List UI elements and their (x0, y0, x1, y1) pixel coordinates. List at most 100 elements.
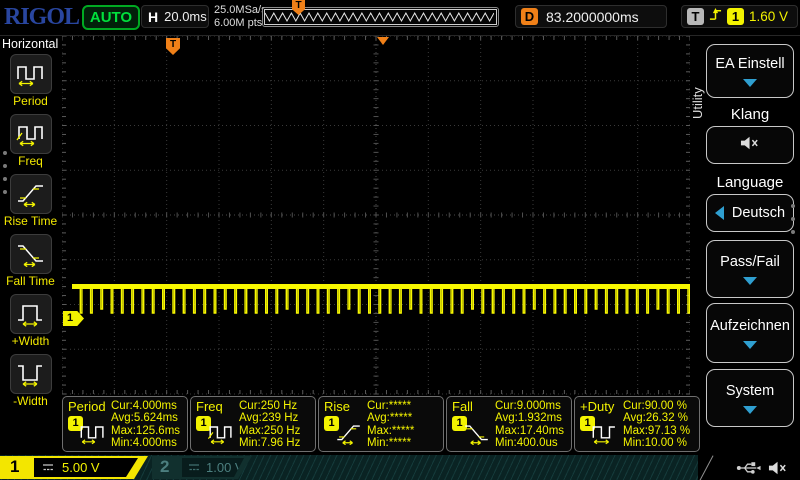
menu-button-ea-einstell[interactable]: EA Einstell (706, 44, 794, 98)
menu-button-label: Pass/Fail (720, 254, 780, 270)
stat-value: ***** (389, 437, 411, 449)
fall-time-icon (460, 418, 494, 450)
duty-icon (588, 418, 622, 450)
channel1-waveform (62, 36, 690, 395)
chevron-down-icon (743, 277, 757, 285)
stat-value: 250 Hz (264, 425, 300, 437)
stat-label: Max: (367, 425, 392, 437)
stat-value: ***** (392, 425, 414, 437)
trigger-source-badge: 1 (727, 8, 744, 25)
left-menu-item-fall-time[interactable]: Fall Time (0, 234, 61, 288)
menu-section-klang: Klang (706, 106, 794, 123)
chevron-down-icon (743, 406, 757, 414)
channel-1-badge[interactable]: 1 5.00 V (0, 456, 148, 479)
freq-icon (15, 117, 47, 152)
stat-value: 400.0us (517, 437, 558, 449)
stat-value: 239 Hz (262, 412, 298, 424)
stat-label: Min: (239, 437, 261, 449)
left-menu-label: Freq (18, 155, 43, 168)
stat-value: 4.000ms (133, 400, 177, 412)
delay-value: 83.2000000ms (546, 9, 639, 25)
menu-button-sound[interactable] (706, 126, 794, 164)
left-menu-item-rise-time[interactable]: Rise Time (0, 174, 61, 228)
stat-value: ***** (389, 400, 411, 412)
fall-time-icon (15, 237, 47, 272)
stat-label: Cur: (367, 400, 389, 412)
menu-button-aufzeichnen[interactable]: Aufzeichnen (706, 303, 794, 363)
menu-button-label: EA Einstell (715, 56, 784, 72)
left-menu-item-nwidth[interactable]: -Width (0, 354, 61, 408)
stat-label: Avg: (239, 412, 262, 424)
left-menu-label: Fall Time (6, 275, 55, 288)
stat-value: 7.96 Hz (261, 437, 301, 449)
channel-2-badge[interactable]: 2 1.00 V (152, 456, 252, 479)
stat-label: Min: (111, 437, 133, 449)
stat-label: Avg: (111, 412, 134, 424)
freq-icon (204, 418, 238, 450)
trigger-label: T (687, 8, 704, 25)
horizontal-scale-value: 20.0ms (164, 9, 207, 24)
stat-label: Avg: (495, 412, 518, 424)
dc-coupling-icon (42, 459, 54, 477)
stat-value: 1.932ms (518, 412, 562, 424)
left-menu-item-freq[interactable]: Freq (0, 114, 61, 168)
delay-box: D 83.2000000ms (515, 5, 667, 28)
system-status-area (698, 455, 800, 480)
measurement-name: Freq (196, 399, 223, 414)
stat-label: Min: (495, 437, 517, 449)
speaker-muted-icon (768, 461, 789, 480)
stat-value: 90.00 % (645, 400, 687, 412)
stat-label: Max: (111, 425, 136, 437)
measurement-box-period: Period 1 Cur:4.000ms Avg:5.624ms Max:125… (62, 396, 188, 452)
left-menu-label: +Width (12, 335, 50, 348)
stat-label: Max: (239, 425, 264, 437)
trigger-box: T 1 1.60 V (681, 5, 798, 28)
stat-label: Max: (623, 425, 648, 437)
measurement-box-rise: Rise 1 Cur:***** Avg:***** Max:***** Min… (318, 396, 444, 452)
chevron-down-icon (743, 341, 757, 349)
left-menu-item-period[interactable]: Period (0, 54, 61, 108)
horizontal-center-marker-icon (377, 37, 389, 45)
chevron-left-icon (715, 206, 724, 220)
left-measure-menu: Horizontal Period Freq Rise Time Fall Ti… (0, 36, 61, 455)
horizontal-scale-box: H 20.0ms (141, 5, 209, 28)
measurement-box-freq: Freq 1 Cur:250 Hz Avg:239 Hz Max:250 Hz … (190, 396, 316, 452)
menu-button-label: Aufzeichnen (710, 318, 790, 334)
channel-scale: 5.00 V (62, 460, 100, 475)
stat-label: Cur: (623, 400, 645, 412)
stat-label: Min: (623, 437, 645, 449)
channel-number: 1 (10, 457, 19, 477)
menu-button-system[interactable]: System (706, 369, 794, 427)
nwidth-icon (15, 357, 47, 392)
left-menu-item-pwidth[interactable]: +Width (0, 294, 61, 348)
graticule: T 1 T (62, 36, 690, 395)
left-menu-label: -Width (13, 395, 48, 408)
horizontal-scale-label: H (148, 9, 158, 25)
stat-value: 9.000ms (517, 400, 561, 412)
stat-label: Avg: (623, 412, 646, 424)
period-icon (15, 57, 47, 92)
rising-edge-icon (709, 7, 722, 27)
rise-time-icon (15, 177, 47, 212)
stat-value: 10.00 % (645, 437, 687, 449)
stat-value: 17.40ms (520, 425, 564, 437)
measurement-bar: Period 1 Cur:4.000ms Avg:5.624ms Max:125… (62, 396, 702, 454)
measurement-name: +Duty (580, 399, 614, 414)
measurement-box-duty: +Duty 1 Cur:90.00 % Avg:26.32 % Max:97.1… (574, 396, 700, 452)
menu-button-language[interactable]: Deutsch (706, 194, 794, 232)
measurement-name: Fall (452, 399, 473, 414)
memory-depth: 6.00M pts (214, 17, 267, 30)
delay-label: D (521, 8, 538, 25)
measurement-name: Rise (324, 399, 350, 414)
trigger-level-value: 1.60 V (749, 9, 788, 24)
stat-label: Min: (367, 437, 389, 449)
menu-button-pass-fail[interactable]: Pass/Fail (706, 240, 794, 298)
stat-value: 250 Hz (261, 400, 297, 412)
stat-value: 4.000ms (133, 437, 177, 449)
pwidth-icon (15, 297, 47, 332)
right-soft-menu: Utility EA Einstell Klang Language Deuts… (690, 36, 800, 455)
stat-label: Cur: (239, 400, 261, 412)
stat-value: 5.624ms (134, 412, 178, 424)
right-menu-scroll-dots (791, 204, 795, 234)
stat-label: Cur: (111, 400, 133, 412)
